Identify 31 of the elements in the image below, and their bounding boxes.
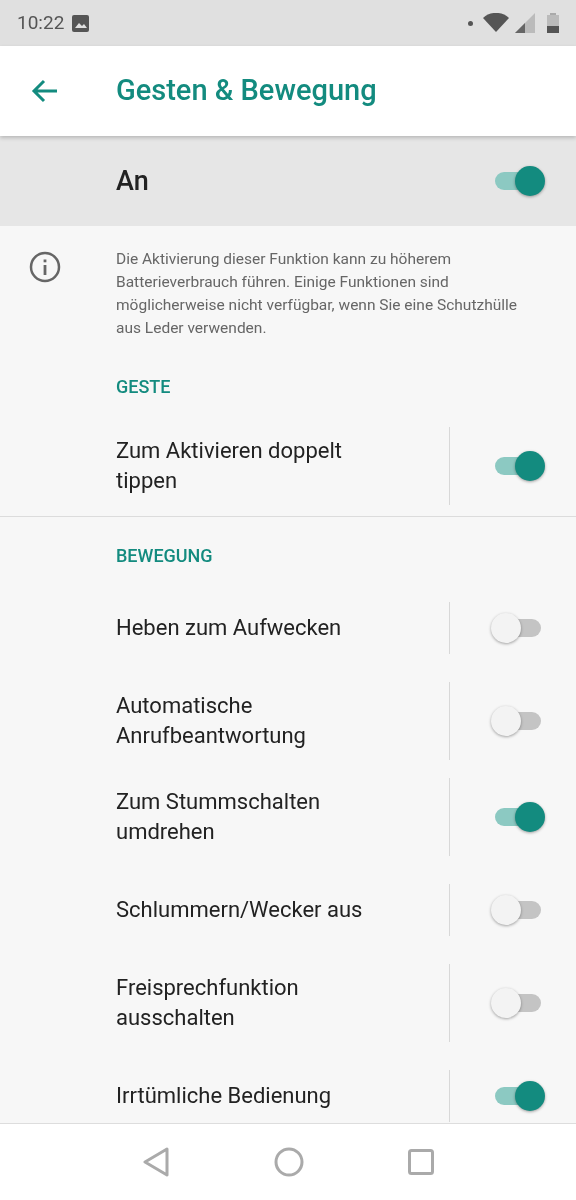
master-switch-row[interactable]: An (0, 136, 576, 226)
setting-row[interactable]: Zum Stummschalten umdrehen (0, 769, 576, 865)
wifi-icon (483, 13, 509, 33)
setting-row[interactable]: Freisprechfunktion ausschalten (0, 955, 576, 1051)
image-icon (72, 14, 90, 32)
setting-row[interactable]: Zum Aktivieren doppelt tippen (0, 416, 576, 516)
master-label: An (116, 163, 150, 199)
setting-label: Irrtümliche Bedienung (116, 1082, 333, 1110)
info-icon (29, 251, 61, 283)
section-header: BEWEGUNG (116, 544, 213, 568)
setting-row[interactable]: Automatische Anrufbeantwortung (0, 673, 576, 769)
section-header: GESTE (116, 375, 171, 399)
setting-label: Freisprechfunktion ausschalten (116, 974, 300, 1032)
setting-row[interactable]: Heben zum Aufwecken (0, 583, 576, 673)
setting-label: Schlummern/Wecker aus (116, 896, 364, 924)
setting-label: Zum Stummschalten umdrehen (116, 788, 322, 846)
setting-label: Zum Aktivieren doppelt tippen (116, 437, 343, 495)
battery-icon (547, 13, 559, 33)
back-icon[interactable] (142, 1147, 170, 1177)
screen-title: Gesten & Bewegung (116, 72, 377, 110)
dot-icon (468, 20, 473, 26)
info-text: Die Aktivierung dieser Funktion kann zu höherem Batterieverbrauch führen. Einige Funktionen sind möglicherweise nicht verfügbar, wenn Sie eine Schutzhülle aus Leder verwenden. (116, 249, 518, 339)
setting-row[interactable]: Irrtümliche Bedienung (0, 1051, 576, 1123)
setting-row[interactable]: Schlummern/Wecker aus (0, 865, 576, 955)
clock: 10:22 (17, 9, 65, 36)
back-arrow-icon[interactable] (31, 79, 59, 103)
signal-icon (515, 13, 535, 33)
setting-label: Automatische Anrufbeantwortung (116, 692, 307, 750)
recents-icon[interactable] (408, 1149, 434, 1175)
setting-label: Heben zum Aufwecken (116, 614, 343, 642)
home-icon[interactable] (274, 1147, 304, 1177)
